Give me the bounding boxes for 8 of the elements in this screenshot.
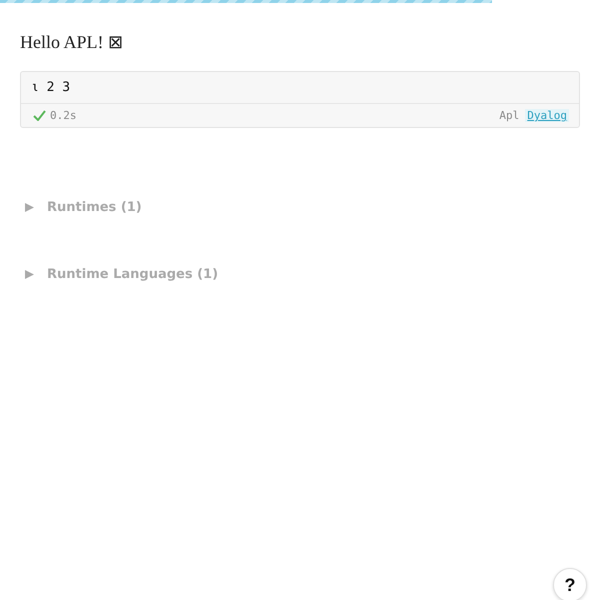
code-text[interactable]: ⍳ 2 3 (21, 72, 579, 104)
language-label: Apl (499, 109, 520, 122)
help-button[interactable]: ? (553, 568, 587, 600)
run-time: 0.2s (50, 109, 76, 122)
section-toggle[interactable]: Runtimes (1) (20, 200, 580, 215)
page-title: Hello APL! ⊠ (20, 31, 124, 53)
section-toggle[interactable]: Runtime Languages (1) (20, 267, 580, 282)
runtime-link[interactable]: Dyalog (525, 109, 569, 122)
